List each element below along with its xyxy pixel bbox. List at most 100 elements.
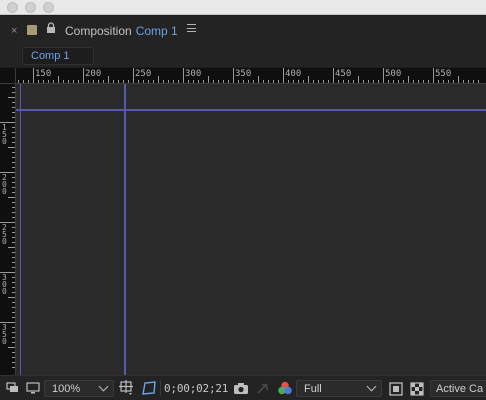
ruler-minor-tick [163, 80, 164, 83]
ruler-minor-tick [93, 80, 94, 83]
ruler-minor-tick [12, 317, 15, 318]
ruler-minor-tick [48, 80, 49, 83]
ruler-minor-tick [348, 80, 349, 83]
ruler-origin-corner[interactable] [0, 68, 16, 84]
ruler-minor-tick [12, 112, 15, 113]
ruler-major-tick [83, 68, 84, 83]
ruler-minor-tick [12, 142, 15, 143]
snapshot-camera-icon[interactable] [233, 382, 249, 396]
active-camera-select[interactable]: Active Ca [430, 380, 486, 397]
ruler-minor-tick [98, 80, 99, 83]
ruler-minor-tick [43, 80, 44, 83]
ruler-minor-tick [12, 162, 15, 163]
ruler-minor-tick [12, 252, 15, 253]
ruler-minor-tick [8, 347, 15, 348]
ruler-minor-tick [458, 76, 459, 83]
ruler-minor-tick [288, 80, 289, 83]
ruler-minor-tick [12, 227, 15, 228]
ruler-major-tick [233, 68, 234, 83]
ruler-minor-tick [353, 80, 354, 83]
ruler-minor-tick [443, 80, 444, 83]
monitor-icon[interactable] [26, 381, 40, 395]
ruler-label: 350 [235, 69, 252, 79]
always-preview-icon[interactable] [6, 381, 20, 395]
ruler-minor-tick [208, 76, 209, 83]
ruler-minor-tick [278, 80, 279, 83]
ruler-minor-tick [373, 80, 374, 83]
color-channels-icon[interactable] [277, 380, 293, 396]
ruler-minor-tick [12, 107, 15, 108]
ruler-minor-tick [428, 80, 429, 83]
mask-visibility-icon[interactable] [140, 380, 158, 397]
ruler-minor-tick [108, 76, 109, 83]
close-panel-icon[interactable]: × [11, 25, 17, 37]
ruler-major-tick [183, 68, 184, 83]
ruler-minor-tick [12, 157, 15, 158]
label-color-swatch[interactable] [27, 25, 37, 35]
ruler-minor-tick [12, 282, 15, 283]
tab-comp-1[interactable]: Comp 1 [22, 47, 94, 65]
ruler-minor-tick [12, 262, 15, 263]
ruler-minor-tick [193, 80, 194, 83]
zoom-window-button[interactable] [43, 2, 54, 13]
ruler-minor-tick [323, 80, 324, 83]
composition-canvas[interactable] [16, 84, 486, 375]
horizontal-ruler[interactable]: 150 200 250 300 350 400 450 500 550 [16, 68, 486, 84]
ruler-label: 500 [385, 69, 402, 79]
grid-guides-icon[interactable] [119, 380, 135, 397]
close-window-button[interactable] [7, 2, 18, 13]
ruler-minor-tick [358, 76, 359, 83]
ruler-minor-tick [343, 80, 344, 83]
panel-comp-name[interactable]: Comp 1 [136, 24, 178, 38]
ruler-minor-tick [12, 312, 15, 313]
ruler-minor-tick [12, 242, 15, 243]
ruler-minor-tick [12, 182, 15, 183]
ruler-minor-tick [198, 80, 199, 83]
horizontal-guide[interactable] [16, 109, 486, 111]
ruler-minor-tick [258, 76, 259, 83]
ruler-minor-tick [8, 97, 15, 98]
ruler-minor-tick [238, 80, 239, 83]
ruler-minor-tick [268, 80, 269, 83]
guide-line-edge[interactable] [20, 84, 21, 375]
ruler-major-tick [383, 68, 384, 83]
ruler-minor-tick [243, 80, 244, 83]
ruler-label: 1 5 0 [2, 123, 7, 146]
ruler-minor-tick [12, 352, 15, 353]
lock-icon[interactable] [46, 22, 56, 34]
panel-menu-icon[interactable] [187, 24, 196, 33]
ruler-label: 450 [335, 69, 352, 79]
ruler-minor-tick [23, 80, 24, 83]
ruler-minor-tick [12, 362, 15, 363]
ruler-minor-tick [478, 80, 479, 83]
panel-title-prefix: Composition [65, 24, 132, 38]
ruler-minor-tick [313, 80, 314, 83]
ruler-minor-tick [473, 80, 474, 83]
ruler-minor-tick [388, 80, 389, 83]
region-of-interest-icon[interactable] [389, 382, 403, 396]
vertical-guide[interactable] [124, 84, 126, 375]
ruler-minor-tick [12, 102, 15, 103]
ruler-minor-tick [12, 367, 15, 368]
resolution-value: Full [304, 383, 322, 395]
ruler-minor-tick [393, 80, 394, 83]
ruler-minor-tick [8, 297, 15, 298]
ruler-label: 2 0 0 [2, 173, 7, 196]
vertical-ruler[interactable]: 1 5 0 2 0 0 2 5 0 3 0 0 3 5 0 [0, 84, 16, 375]
ruler-label: 300 [185, 69, 202, 79]
composition-viewer[interactable]: 150 200 250 300 350 400 450 500 550 1 5 0 2 0 0 2 … [0, 68, 486, 375]
ruler-minor-tick [68, 80, 69, 83]
minimize-window-button[interactable] [25, 2, 36, 13]
resolution-select[interactable]: Full [296, 380, 382, 397]
current-time-display[interactable]: 0;00;02;21 [164, 380, 228, 397]
show-snapshot-icon[interactable] [256, 382, 270, 396]
toolbar-separator [160, 381, 161, 396]
magnification-select[interactable]: 100% [44, 380, 114, 397]
ruler-minor-tick [12, 137, 15, 138]
ruler-minor-tick [12, 177, 15, 178]
ruler-major-tick [333, 68, 334, 83]
ruler-label: 250 [135, 69, 152, 79]
transparency-grid-icon[interactable] [410, 382, 424, 396]
ruler-minor-tick [213, 80, 214, 83]
ruler-minor-tick [468, 80, 469, 83]
